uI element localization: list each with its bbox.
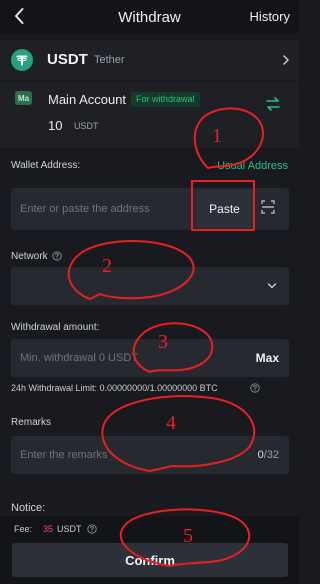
chevron-down-icon	[267, 283, 277, 289]
coin-symbol: USDT	[47, 51, 88, 68]
remarks-placeholder: Enter the remarks	[20, 449, 108, 461]
wallet-address-label: Wallet Address:	[11, 160, 81, 171]
withdrawal-badge: For withdrawal	[131, 92, 200, 107]
remarks-counter: 0/32	[258, 449, 279, 461]
fee-label: Fee:	[14, 524, 33, 534]
main-account-icon: Ma	[15, 91, 32, 105]
amount-label: Withdrawal amount:	[11, 322, 100, 333]
transfer-icon[interactable]	[265, 96, 281, 112]
history-link[interactable]: History	[250, 9, 290, 24]
remarks-label: Remarks	[11, 417, 52, 428]
info-icon[interactable]	[250, 383, 260, 393]
tether-icon	[11, 49, 33, 71]
fee-amount: 35	[43, 524, 54, 534]
network-select[interactable]	[11, 267, 289, 305]
account-balance: 10	[48, 118, 63, 133]
info-icon[interactable]	[52, 251, 62, 261]
notice-heading: Notice:	[11, 502, 46, 514]
info-icon[interactable]	[87, 524, 97, 534]
network-label: Network	[11, 251, 48, 262]
address-placeholder: Enter or paste the address	[20, 203, 150, 215]
balance-unit: USDT	[74, 121, 99, 131]
coin-selector[interactable]	[0, 40, 299, 80]
fee-unit: USDT	[57, 524, 82, 534]
coin-name: Tether	[94, 54, 125, 66]
account-label: Main Account	[48, 92, 127, 107]
paste-button[interactable]: Paste	[196, 190, 253, 228]
amount-placeholder: Min. withdrawal 0 USDT	[20, 352, 138, 364]
annotation-number-4: 4	[166, 412, 176, 434]
remarks-max: /32	[263, 449, 279, 461]
confirm-button[interactable]: Confirm	[12, 543, 288, 577]
chevron-right-icon[interactable]	[281, 54, 291, 66]
withdrawal-limit: 24h Withdrawal Limit: 0.00000000/1.00000…	[11, 383, 218, 393]
max-button[interactable]: Max	[256, 351, 279, 365]
usual-address-link[interactable]: Usual Address	[217, 160, 288, 172]
scan-icon[interactable]	[261, 200, 275, 214]
